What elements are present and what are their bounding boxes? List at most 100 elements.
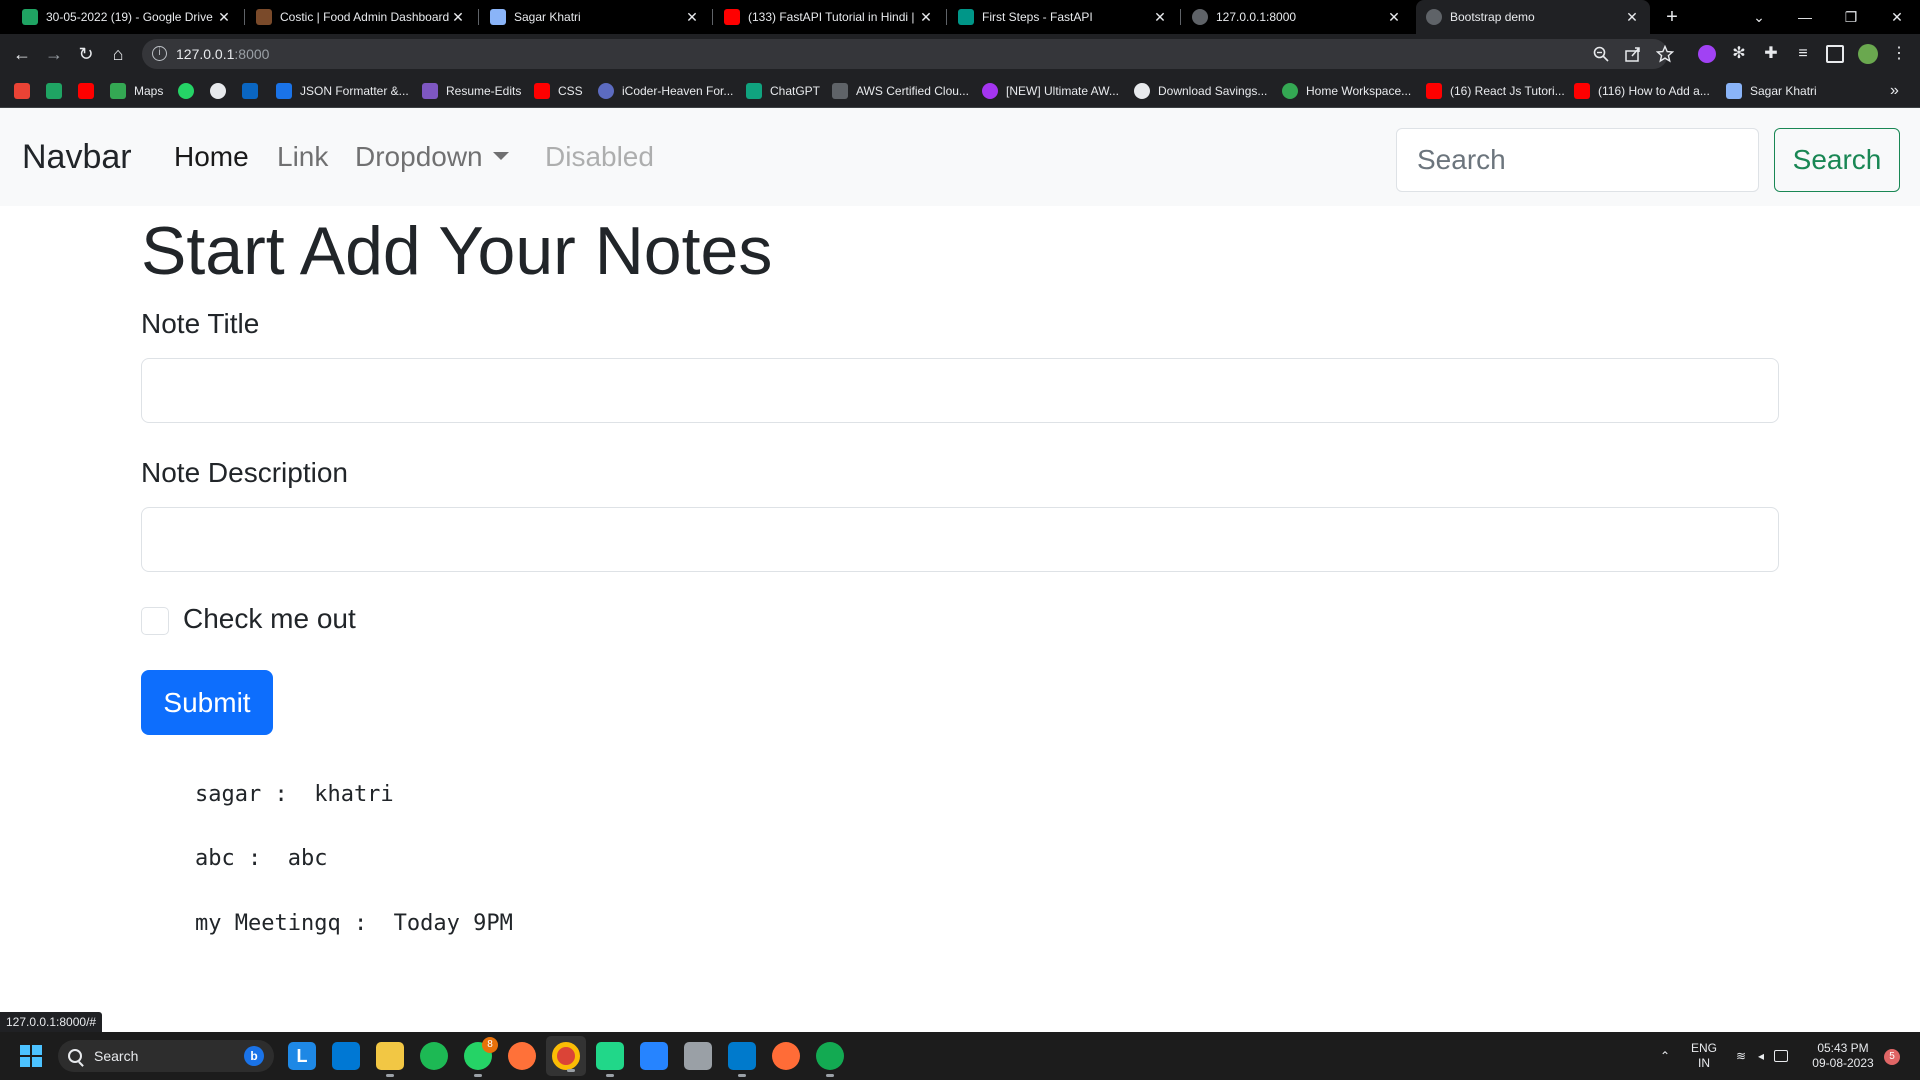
share-icon[interactable]: [1624, 45, 1642, 63]
battery-icon[interactable]: [1774, 1050, 1788, 1062]
bookmark-aws[interactable]: AWS Certified Clou...: [832, 74, 969, 108]
browser-tab-active[interactable]: Bootstrap demo ✕: [1416, 0, 1650, 34]
spotify-icon[interactable]: [420, 1042, 448, 1070]
check-me-out-label[interactable]: Check me out: [183, 603, 356, 635]
restore-button[interactable]: ❐: [1828, 0, 1874, 34]
bookmark-css[interactable]: CSS: [534, 74, 583, 108]
download-icon: [1134, 83, 1150, 99]
bookmark-gmail[interactable]: [14, 74, 38, 108]
site-info-icon[interactable]: i: [152, 46, 167, 61]
close-icon[interactable]: ✕: [1624, 9, 1640, 26]
taskbar-search[interactable]: Search b: [58, 1040, 274, 1072]
settings-icon[interactable]: ✻: [1730, 45, 1748, 63]
bookmark-chatgpt[interactable]: ChatGPT: [746, 74, 820, 108]
bookmark-home-workspace[interactable]: Home Workspace...: [1282, 74, 1411, 108]
zoom-icon[interactable]: [1592, 45, 1610, 63]
submit-button[interactable]: Submit: [141, 670, 273, 735]
mail-icon[interactable]: [332, 1042, 360, 1070]
search-input[interactable]: [1396, 128, 1759, 192]
note-title-input[interactable]: [141, 358, 1779, 423]
browser-tab[interactable]: 30-05-2022 (19) - Google Drive ✕: [12, 0, 242, 34]
tab-search-icon[interactable]: ⌄: [1736, 0, 1782, 34]
forward-icon[interactable]: →: [42, 42, 66, 66]
close-icon[interactable]: ✕: [684, 9, 700, 26]
back-icon[interactable]: ←: [10, 42, 34, 66]
bookmark-github[interactable]: [210, 74, 234, 108]
note-item: sagar : khatri: [195, 782, 394, 807]
browser-tab[interactable]: 127.0.0.1:8000 ✕: [1182, 0, 1412, 34]
tab-title: (133) FastAPI Tutorial in Hindi | L: [748, 10, 918, 24]
language-indicator[interactable]: ENG IN: [1690, 1041, 1718, 1071]
bing-icon[interactable]: b: [244, 1046, 264, 1066]
check-me-out-checkbox[interactable]: [141, 607, 169, 635]
aws-icon: [832, 83, 848, 99]
bookmark-react-tutorial[interactable]: (16) React Js Tutori...: [1426, 74, 1565, 108]
search-button[interactable]: Search: [1774, 128, 1900, 192]
minimize-button[interactable]: —: [1782, 0, 1828, 34]
bookmark-how-to-add[interactable]: (116) How to Add a...: [1574, 74, 1710, 108]
whatsapp-icon[interactable]: 8: [464, 1037, 498, 1077]
chevron-up-icon[interactable]: ⌃: [1658, 1050, 1672, 1062]
extensions-puzzle-icon[interactable]: ✚: [1762, 45, 1780, 63]
reload-icon[interactable]: ↻: [74, 42, 98, 66]
bookmark-maps[interactable]: Maps: [110, 74, 163, 108]
jira-icon[interactable]: [640, 1042, 668, 1070]
page-title: Start Add Your Notes: [141, 213, 773, 289]
side-panel-icon[interactable]: [1826, 45, 1844, 63]
database-icon[interactable]: [684, 1042, 712, 1070]
note-description-input[interactable]: [141, 507, 1779, 572]
media-control-icon[interactable]: ≡: [1794, 45, 1812, 63]
bookmark-download-savings[interactable]: Download Savings...: [1134, 74, 1267, 108]
bookmark-star-icon[interactable]: [1656, 45, 1674, 63]
note-item: abc : abc: [195, 846, 328, 871]
nav-dropdown[interactable]: Dropdown: [355, 141, 509, 173]
extension-icon[interactable]: [1698, 45, 1716, 63]
browser-tab[interactable]: Sagar Khatri ✕: [480, 0, 710, 34]
close-icon[interactable]: ✕: [450, 9, 466, 26]
bookmark-udemy[interactable]: [NEW] Ultimate AW...: [982, 74, 1119, 108]
postman-icon[interactable]: [772, 1042, 800, 1070]
bookmark-youtube[interactable]: [78, 74, 102, 108]
kebab-menu-icon[interactable]: ⋮: [1890, 45, 1908, 63]
mongodb-compass-icon[interactable]: [816, 1042, 844, 1077]
windows-start-icon[interactable]: [20, 1045, 42, 1067]
close-icon[interactable]: ✕: [1152, 9, 1168, 26]
bookmark-json-formatter[interactable]: JSON Formatter &...: [276, 74, 409, 108]
close-icon[interactable]: ✕: [1386, 9, 1402, 26]
navbar-brand[interactable]: Navbar: [22, 138, 132, 177]
file-explorer-icon[interactable]: [376, 1042, 404, 1077]
launcher-app-icon[interactable]: L: [288, 1042, 316, 1070]
more-bookmarks-icon[interactable]: »: [1890, 74, 1899, 108]
avatar[interactable]: [1858, 44, 1878, 64]
close-icon[interactable]: ✕: [918, 9, 934, 26]
firefox-icon[interactable]: [508, 1042, 536, 1070]
browser-tab[interactable]: First Steps - FastAPI ✕: [948, 0, 1178, 34]
pycharm-icon[interactable]: [596, 1042, 624, 1077]
new-tab-button[interactable]: +: [1660, 6, 1684, 28]
home-icon[interactable]: ⌂: [106, 42, 130, 66]
gmail-icon: [14, 83, 30, 99]
close-icon[interactable]: ✕: [216, 9, 232, 26]
bookmark-resume-edits[interactable]: Resume-Edits: [422, 74, 521, 108]
address-bar[interactable]: i 127.0.0.1:8000: [142, 39, 1668, 69]
youtube-icon: [724, 9, 740, 25]
resume-icon: [422, 83, 438, 99]
browser-tab[interactable]: (133) FastAPI Tutorial in Hindi | L ✕: [714, 0, 944, 34]
bookmark-linkedin[interactable]: [242, 74, 266, 108]
browser-tab[interactable]: Costic | Food Admin Dashboard ✕: [246, 0, 476, 34]
volume-icon[interactable]: ◂: [1754, 1050, 1768, 1062]
nav-link-home[interactable]: Home: [174, 141, 249, 173]
bookmark-drive[interactable]: [46, 74, 70, 108]
icoder-icon: [598, 83, 614, 99]
notification-badge[interactable]: 5: [1884, 1049, 1900, 1065]
chrome-icon[interactable]: [552, 1042, 580, 1072]
clock[interactable]: 05:43 PM 09-08-2023: [1808, 1041, 1878, 1071]
bookmark-sagar-khatri[interactable]: Sagar Khatri: [1726, 74, 1817, 108]
close-window-button[interactable]: ✕: [1874, 0, 1920, 34]
nav-link-link[interactable]: Link: [277, 141, 328, 173]
vscode-icon[interactable]: [728, 1042, 756, 1077]
browser-tab-strip: 30-05-2022 (19) - Google Drive ✕ Costic …: [0, 0, 1920, 34]
wifi-icon[interactable]: ≋: [1734, 1050, 1748, 1062]
bookmark-icoder[interactable]: iCoder-Heaven For...: [598, 74, 733, 108]
bookmark-whatsapp[interactable]: [178, 74, 202, 108]
